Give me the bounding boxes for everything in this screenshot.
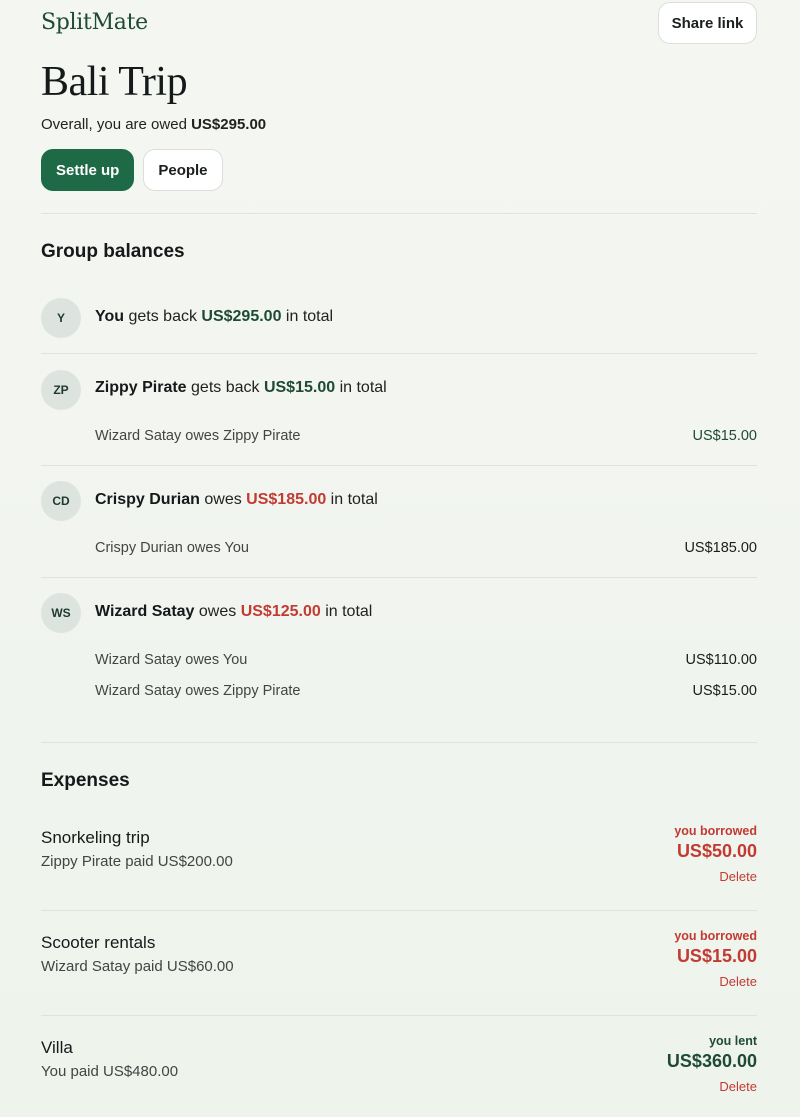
balance-verb: gets back <box>124 308 202 325</box>
avatar: CD <box>41 481 81 521</box>
divider <box>41 577 757 578</box>
delete-link[interactable]: Delete <box>667 1079 757 1094</box>
expense-paid-by: Zippy Pirate paid US$200.00 <box>41 853 233 870</box>
member-name: Zippy Pirate <box>95 379 187 396</box>
balance-detail-row: Crispy Durian owes You US$185.00 <box>95 540 757 556</box>
settle-up-button[interactable]: Settle up <box>41 149 135 191</box>
balance-suffix: in total <box>320 603 373 620</box>
balance-summary: Zippy Pirate gets back US$15.00 in total <box>95 379 387 397</box>
balance-amount: US$15.00 <box>263 379 336 396</box>
balance-verb: gets back <box>186 379 264 396</box>
divider <box>41 353 757 354</box>
overall-summary: Overall, you are owed US$295.00 <box>41 116 266 133</box>
detail-text: Wizard Satay owes Zippy Pirate <box>95 683 301 699</box>
share-label: you borrowed <box>674 929 757 943</box>
balance-amount: US$185.00 <box>246 491 327 508</box>
share-link-button[interactable]: Share link <box>658 2 757 44</box>
member-name: You <box>95 308 125 325</box>
divider <box>41 742 757 743</box>
avatar: Y <box>41 298 81 338</box>
balance-row: CD Crispy Durian owes US$185.00 in total… <box>41 481 757 577</box>
balance-detail-row: Wizard Satay owes Zippy Pirate US$15.00 <box>95 428 757 444</box>
share-amount: US$15.00 <box>676 946 757 966</box>
people-button[interactable]: People <box>143 149 223 191</box>
expense-paid-by: Wizard Satay paid US$60.00 <box>41 958 234 975</box>
balance-row: Y You gets back US$295.00 in total <box>41 297 757 353</box>
balance-suffix: in total <box>335 379 387 396</box>
expense-name: Snorkeling trip <box>41 828 150 847</box>
expense-share: you borrowed US$50.00 Delete <box>674 824 757 884</box>
balance-suffix: in total <box>326 491 378 508</box>
divider <box>41 213 757 214</box>
detail-amount: US$110.00 <box>685 652 757 668</box>
action-bar: Settle up People <box>41 149 223 191</box>
brand-logo[interactable]: SplitMate <box>41 10 148 35</box>
divider <box>41 1015 757 1016</box>
expense-share: you lent US$360.00 Delete <box>667 1034 757 1094</box>
expense-name: Scooter rentals <box>41 933 156 952</box>
group-balances-heading: Group balances <box>41 241 185 262</box>
share-label: you borrowed <box>674 824 757 838</box>
share-label: you lent <box>709 1034 757 1048</box>
share-amount: US$360.00 <box>666 1051 757 1071</box>
share-amount: US$50.00 <box>676 841 757 861</box>
balance-summary: Crispy Durian owes US$185.00 in total <box>95 491 378 509</box>
delete-link[interactable]: Delete <box>674 974 757 989</box>
detail-text: Wizard Satay owes Zippy Pirate <box>95 428 301 444</box>
balance-verb: owes <box>194 603 241 620</box>
expense-paid-by: You paid US$480.00 <box>41 1063 179 1080</box>
expense-name: Villa <box>41 1038 73 1057</box>
page-title: Bali Trip <box>41 59 188 105</box>
expense-share: you borrowed US$15.00 Delete <box>674 929 757 989</box>
balance-summary: You gets back US$295.00 in total <box>95 308 333 326</box>
detail-amount: US$15.00 <box>692 683 758 699</box>
detail-amount: US$15.00 <box>692 428 758 444</box>
balance-detail-row: Wizard Satay owes You US$110.00 <box>95 652 757 668</box>
member-name: Wizard Satay <box>95 603 195 620</box>
balance-row: ZP Zippy Pirate gets back US$15.00 in to… <box>41 369 757 465</box>
detail-text: Crispy Durian owes You <box>95 540 249 556</box>
balance-amount: US$125.00 <box>240 603 321 620</box>
divider <box>41 465 757 466</box>
detail-text: Wizard Satay owes You <box>95 652 248 668</box>
divider <box>41 910 757 911</box>
expenses-heading: Expenses <box>41 770 130 791</box>
balance-detail-row: Wizard Satay owes Zippy Pirate US$15.00 <box>95 683 757 699</box>
balance-amount: US$295.00 <box>201 308 282 325</box>
balance-row: WS Wizard Satay owes US$125.00 in total … <box>41 593 757 713</box>
member-name: Crispy Durian <box>95 491 200 508</box>
balance-suffix: in total <box>281 308 334 325</box>
overall-amount: US$295.00 <box>191 116 267 133</box>
detail-amount: US$185.00 <box>684 540 757 556</box>
avatar: ZP <box>41 370 81 410</box>
balance-summary: Wizard Satay owes US$125.00 in total <box>95 603 372 621</box>
overall-prefix: Overall, you are owed <box>41 116 192 133</box>
avatar: WS <box>41 593 81 633</box>
balance-verb: owes <box>199 491 247 508</box>
delete-link[interactable]: Delete <box>674 869 757 884</box>
